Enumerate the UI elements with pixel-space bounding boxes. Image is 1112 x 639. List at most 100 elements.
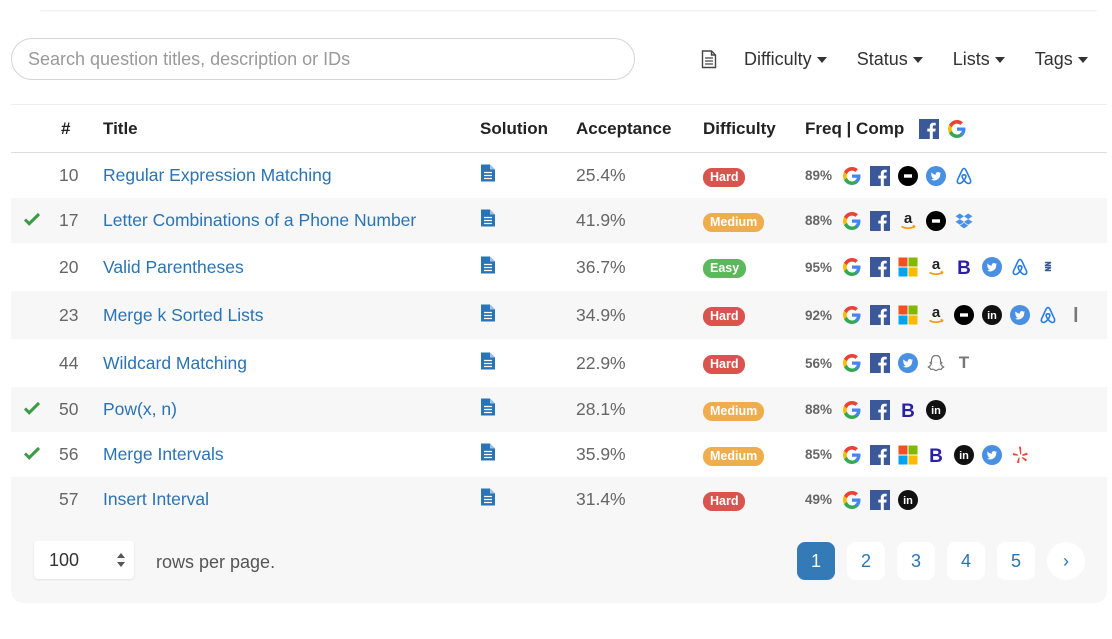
twitter-icon[interactable] [981,256,1003,278]
twosigma-icon[interactable]: T [953,352,975,374]
google-icon[interactable] [841,304,863,326]
uber-icon[interactable] [925,210,947,232]
frequency-percent: 88% [805,402,833,417]
top-divider [40,10,1097,12]
header-freq-comp: Freq | Comp [805,118,974,140]
microsoft-icon[interactable] [897,256,919,278]
next-page-button[interactable]: › [1047,542,1085,580]
question-title-link[interactable]: Pow(x, n) [103,399,177,420]
airbnb-icon[interactable] [953,165,975,187]
chevron-down-icon [994,57,1005,63]
google-icon[interactable] [841,399,863,421]
solution-document-icon[interactable] [480,304,496,327]
tags-dropdown[interactable]: Tags [1035,49,1088,70]
microsoft-icon[interactable] [897,444,919,466]
search-input[interactable] [11,38,635,80]
facebook-icon[interactable] [869,210,891,232]
twitter-icon[interactable] [981,444,1003,466]
header-acceptance[interactable]: Acceptance [576,119,671,139]
solution-document-icon[interactable] [480,443,496,466]
question-title-link[interactable]: Regular Expression Matching [103,165,332,186]
google-icon[interactable] [841,256,863,278]
lists-dropdown[interactable]: Lists [953,49,1005,70]
airbnb-icon[interactable] [1009,256,1031,278]
acceptance-rate: 36.7% [576,256,626,277]
google-icon[interactable] [841,489,863,511]
notes-icon[interactable] [696,44,722,74]
header-difficulty[interactable]: Difficulty [703,119,776,139]
uber-icon[interactable] [897,165,919,187]
solution-document-icon[interactable] [480,488,496,511]
amazon-icon[interactable]: a [897,210,919,232]
question-title-link[interactable]: Merge k Sorted Lists [103,305,263,326]
page-button-2[interactable]: 2 [847,542,885,580]
facebook-icon[interactable] [869,444,891,466]
chevron-down-icon [816,57,827,63]
yelp-icon[interactable] [1009,444,1031,466]
linkedin-icon[interactable]: in [953,444,975,466]
linkedin-icon[interactable]: in [981,304,1003,326]
page-button-5[interactable]: 5 [997,542,1035,580]
question-title-link[interactable]: Insert Interval [103,489,209,510]
zenefits-icon[interactable] [1037,256,1059,278]
difficulty-dropdown[interactable]: Difficulty [744,49,827,70]
tags-dropdown-label: Tags [1034,48,1073,69]
question-title-link[interactable]: Letter Combinations of a Phone Number [103,210,416,231]
amazon-icon[interactable]: a [925,304,947,326]
status-dropdown[interactable]: Status [857,49,923,70]
header-freq-comp-label[interactable]: Freq | Comp [805,119,904,139]
microsoft-icon[interactable] [897,304,919,326]
linkedin-icon[interactable]: in [925,399,947,421]
twitter-icon[interactable] [897,352,919,374]
solution-document-icon[interactable] [480,352,496,375]
linkedin-icon[interactable]: in [897,489,919,511]
google-icon[interactable] [946,118,968,140]
frequency-companies: 95% a B [805,256,1065,278]
page-button-4[interactable]: 4 [947,542,985,580]
difficulty-cell: Medium [703,399,765,421]
google-icon[interactable] [841,165,863,187]
header-num[interactable]: # [61,119,91,139]
question-title-link[interactable]: Merge Intervals [103,444,224,465]
header-title[interactable]: Title [103,119,138,139]
header-solution[interactable]: Solution [480,119,548,139]
facebook-icon[interactable] [869,489,891,511]
airbnb-icon[interactable] [1037,304,1059,326]
page-button-3[interactable]: 3 [897,542,935,580]
frequency-percent: 56% [805,355,833,371]
solution-document-icon[interactable] [480,209,496,232]
difficulty-badge: Medium [703,212,765,232]
google-icon[interactable] [841,444,863,466]
facebook-icon[interactable] [869,256,891,278]
twitter-icon[interactable] [925,165,947,187]
solution-document-icon[interactable] [480,398,496,421]
google-icon[interactable] [841,210,863,232]
solved-check-icon [23,444,43,465]
bloomberg-icon[interactable]: B [925,444,947,466]
facebook-icon[interactable] [869,304,891,326]
rows-per-page-select[interactable]: 100 [34,541,134,579]
frequency-percent: 49% [805,492,833,507]
facebook-icon[interactable] [869,352,891,374]
difficulty-badge: Hard [703,491,746,511]
acceptance-rate: 25.4% [576,165,626,185]
uber-icon[interactable] [953,304,975,326]
ixl-icon[interactable] [1065,304,1087,326]
twitter-icon[interactable] [1009,304,1031,326]
facebook-icon[interactable] [869,165,891,187]
dropbox-icon[interactable] [953,210,975,232]
question-title-link[interactable]: Valid Parentheses [103,257,244,278]
bloomberg-icon[interactable]: B [897,399,919,421]
facebook-icon[interactable] [918,118,940,140]
page-button-1[interactable]: 1 [797,542,835,580]
solution-document-icon[interactable] [480,256,496,279]
question-title-link[interactable]: Wildcard Matching [103,353,247,374]
google-icon[interactable] [841,352,863,374]
snapchat-icon[interactable] [925,352,947,374]
amazon-icon[interactable]: a [925,256,947,278]
facebook-icon[interactable] [869,399,891,421]
solution-document-icon[interactable] [480,164,496,187]
difficulty-badge: Medium [703,446,765,466]
bloomberg-icon[interactable]: B [953,256,975,278]
difficulty-dropdown-label: Difficulty [744,48,812,69]
